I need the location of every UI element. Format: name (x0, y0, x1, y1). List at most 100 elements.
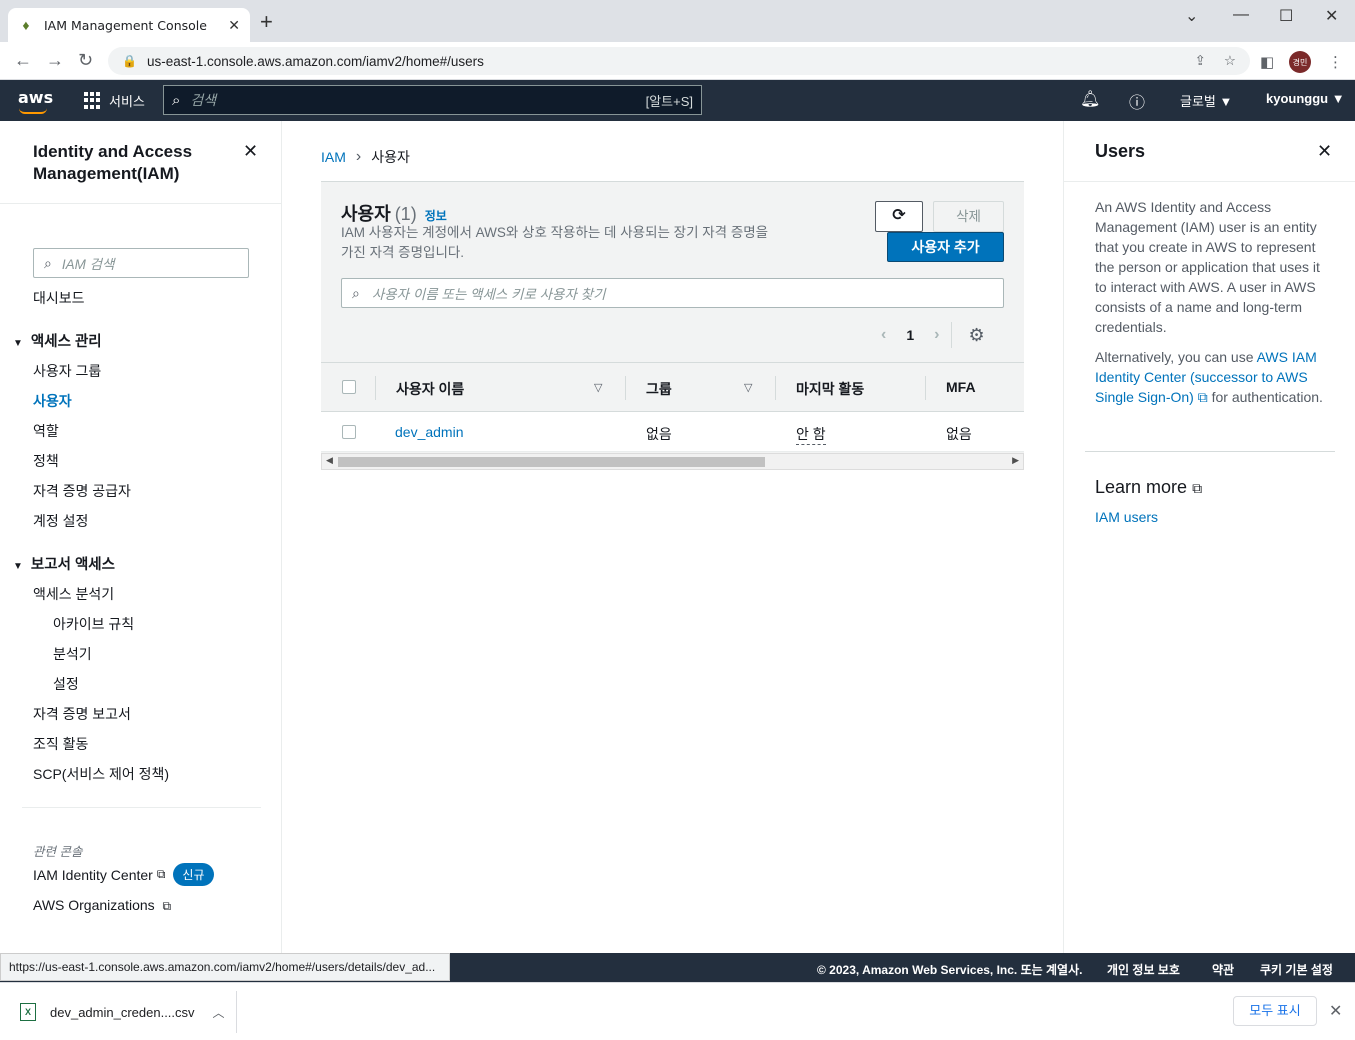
profile-avatar[interactable]: 경민 (1289, 51, 1311, 73)
select-all-checkbox[interactable] (342, 380, 356, 394)
notifications-bell-icon[interactable]: 🔔︎ (1080, 89, 1100, 109)
sidebar-section-reports[interactable]: ▼ 보고서 액세스 (13, 553, 115, 574)
region-selector[interactable]: 글로벌 ▼ (1180, 91, 1232, 110)
page-number[interactable]: 1 (906, 327, 914, 343)
column-header-groups[interactable]: 그룹 (646, 379, 672, 399)
help-p2-pre: Alternatively, you can use (1095, 349, 1257, 365)
tab-search-icon[interactable]: ⌄ (1185, 6, 1198, 26)
sidebar-item-access-analyzer[interactable]: 액세스 분석기 (33, 584, 114, 604)
next-page-icon[interactable]: › (934, 326, 939, 344)
sidebar-item-scps[interactable]: SCP(서비스 제어 정책) (33, 764, 169, 784)
help-title: Users (1095, 141, 1146, 161)
console-search-placeholder: 검색 (190, 92, 217, 108)
related-consoles-caption: 관련 콘솔 (33, 845, 83, 859)
privacy-link[interactable]: 개인 정보 보호 (1107, 961, 1180, 978)
sidebar-item-identity-providers[interactable]: 자격 증명 공급자 (33, 481, 131, 501)
user-mfa: 없음 (946, 426, 972, 442)
user-search-input[interactable]: ⌕ 사용자 이름 또는 액세스 키로 사용자 찾기 (341, 278, 1004, 308)
caret-down-icon: ▼ (13, 561, 23, 572)
help-icon[interactable]: ⓘ (1129, 89, 1145, 113)
iam-search-input[interactable]: ⌕ IAM 검색 (33, 248, 249, 278)
sort-icon[interactable]: ▽ (594, 381, 602, 394)
scroll-right-icon[interactable]: ▶ (1012, 455, 1019, 466)
browser-tab[interactable]: ♦ IAM Management Console ✕ (8, 8, 250, 42)
console-search-input[interactable]: ⌕ 검색 [알트+S] (163, 85, 702, 115)
column-header-mfa[interactable]: MFA (946, 379, 976, 395)
close-sidebar-icon[interactable]: ✕ (243, 141, 258, 162)
sidebar-item-dashboard[interactable]: 대시보드 (33, 288, 85, 308)
sidebar-item-user-groups[interactable]: 사용자 그룹 (33, 361, 101, 381)
row-checkbox[interactable] (342, 425, 356, 439)
user-last-activity[interactable]: 안 함 (796, 424, 826, 445)
search-icon: ⌕ (352, 284, 360, 301)
sidebar-item-roles[interactable]: 역할 (33, 421, 59, 441)
breadcrumb-iam[interactable]: IAM (321, 149, 346, 165)
close-help-icon[interactable]: ✕ (1317, 141, 1332, 162)
maximize-icon[interactable]: ☐ (1279, 6, 1293, 26)
search-icon: ⌕ (172, 91, 181, 109)
sidebar-item-credential-report[interactable]: 자격 증명 보고서 (33, 704, 131, 724)
window-close-icon[interactable]: ✕ (1325, 6, 1338, 26)
help-p2-post: for authentication. (1207, 389, 1323, 405)
iam-favicon-icon: ♦ (22, 17, 30, 33)
info-link[interactable]: 정보 (425, 209, 447, 223)
close-download-bar-icon[interactable]: ✕ (1329, 1001, 1342, 1021)
services-label: 서비스 (109, 94, 145, 109)
excel-file-icon: X (20, 1003, 36, 1021)
sidebar-item-organization-activity[interactable]: 조직 활동 (33, 734, 88, 754)
forward-icon[interactable]: → (46, 50, 64, 71)
column-header-last-activity[interactable]: 마지막 활동 (796, 379, 864, 399)
close-tab-icon[interactable]: ✕ (228, 17, 240, 34)
sort-icon[interactable]: ▽ (744, 381, 752, 394)
minimize-icon[interactable]: — (1233, 6, 1249, 24)
share-icon[interactable]: ⇪ (1195, 53, 1206, 69)
side-panel-icon[interactable]: ◧ (1260, 53, 1274, 71)
delete-button[interactable]: 삭제 (933, 201, 1004, 232)
section-access-label: 액세스 관리 (30, 334, 102, 350)
sidebar-item-account-settings[interactable]: 계정 설정 (33, 511, 88, 531)
browser-tabbar: ♦ IAM Management Console ✕ + ⌄ — ☐ ✕ (0, 0, 1355, 42)
sidebar-item-archive-rules[interactable]: 아카이브 규칙 (53, 614, 134, 634)
user-search-placeholder: 사용자 이름 또는 액세스 키로 사용자 찾기 (371, 287, 606, 302)
search-shortcut: [알트+S] (645, 93, 693, 109)
cookie-preferences-link[interactable]: 쿠키 기본 설정 (1260, 961, 1333, 978)
help-paragraph-1: An AWS Identity and Access Management (I… (1095, 199, 1320, 335)
column-header-username[interactable]: 사용자 이름 (396, 379, 464, 399)
sidebar-item-policies[interactable]: 정책 (33, 451, 59, 471)
reload-icon[interactable]: ↻ (78, 50, 93, 71)
add-user-button[interactable]: 사용자 추가 (887, 232, 1004, 262)
sidebar-item-users[interactable]: 사용자 (33, 391, 72, 411)
services-menu[interactable]: 서비스 (84, 91, 145, 110)
chevron-right-icon: › (355, 148, 362, 165)
bookmark-star-icon[interactable]: ☆ (1224, 53, 1236, 69)
aws-logo[interactable]: aws (18, 88, 53, 114)
user-name-link[interactable]: dev_admin (395, 424, 464, 440)
iam-users-link[interactable]: IAM users (1095, 509, 1158, 525)
chevron-up-icon[interactable]: ︿ (213, 1004, 225, 1021)
horizontal-scrollbar[interactable]: ◀ ▶ (321, 453, 1024, 470)
account-menu[interactable]: kyounggu ▼ (1266, 91, 1345, 106)
scroll-thumb[interactable] (338, 457, 765, 467)
url-field[interactable]: 🔒 us-east-1.console.aws.amazon.com/iamv2… (108, 47, 1250, 75)
show-all-button[interactable]: 모두 표시 (1233, 996, 1317, 1026)
terms-link[interactable]: 약관 (1212, 961, 1234, 978)
refresh-button[interactable]: ⟳ (875, 201, 923, 232)
organizations-label: AWS Organizations (33, 897, 155, 913)
sidebar-item-analyzer-settings[interactable]: 설정 (53, 674, 79, 694)
sidebar-link-organizations[interactable]: AWS Organizations ⧉ (33, 897, 171, 914)
external-link-icon: ⧉ (1193, 389, 1208, 405)
sidebar-section-access[interactable]: ▼ 액세스 관리 (13, 330, 102, 351)
download-item[interactable]: X dev_admin_creden....csv ︿ (20, 1003, 225, 1021)
back-icon[interactable]: ← (14, 50, 32, 71)
sidebar-link-identity-center[interactable]: IAM Identity Center ⧉ 신규 (33, 863, 214, 886)
browser-menu-icon[interactable]: ⋮ (1328, 53, 1343, 71)
users-table-card: 사용자 (1) 정보 IAM 사용자는 계정에서 AWS와 상호 작용하는 데 사용… (321, 181, 1024, 470)
new-badge: 신규 (173, 863, 214, 886)
page-description: IAM 사용자는 계정에서 AWS와 상호 작용하는 데 사용되는 장기 자격 … (341, 225, 769, 260)
sidebar-item-analyzers[interactable]: 분석기 (53, 644, 92, 664)
scroll-left-icon[interactable]: ◀ (326, 455, 333, 466)
prev-page-icon[interactable]: ‹ (881, 326, 886, 344)
new-tab-icon[interactable]: + (260, 11, 273, 33)
gear-icon[interactable]: ⚙ (968, 325, 984, 346)
breadcrumb-users: 사용자 (371, 149, 410, 165)
